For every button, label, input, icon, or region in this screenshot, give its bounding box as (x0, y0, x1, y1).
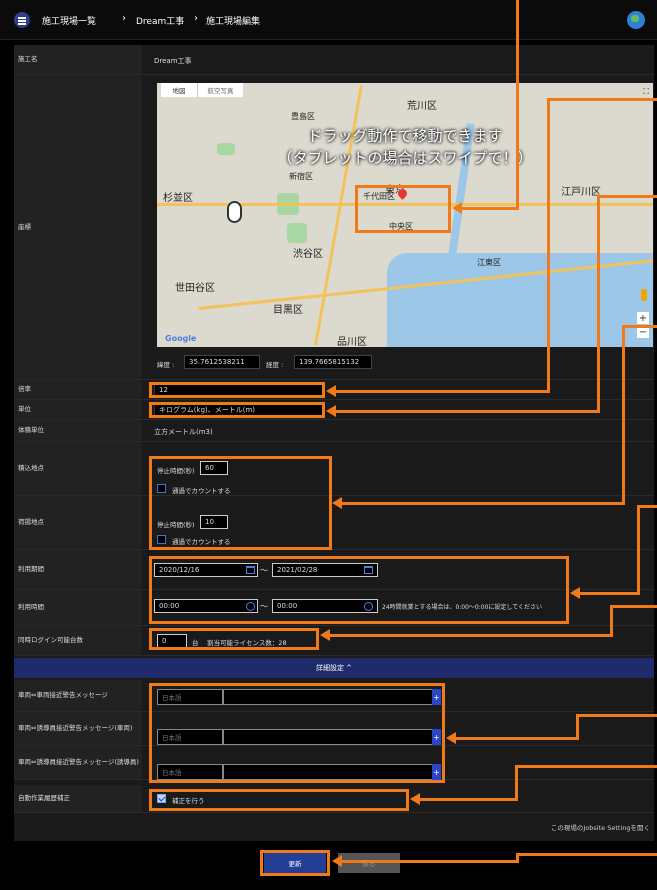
annotation-arrow (452, 202, 462, 214)
map-drag-hint: ドラッグ動作で移動できます (307, 127, 503, 145)
cancel-button[interactable]: 戻る (338, 853, 400, 873)
menu-icon[interactable] (14, 12, 30, 28)
breadcrumb-separator: › (194, 13, 198, 24)
pegman-icon[interactable] (641, 289, 647, 301)
annotation-line (547, 98, 550, 392)
annotation-line (340, 860, 519, 863)
annotation-arrow (332, 855, 342, 867)
map-label-shinjuku: 新宿区 (289, 172, 313, 181)
annotation-line (460, 207, 519, 210)
map-label-arakawa: 荒川区 (407, 101, 437, 112)
annotation-rate-box (149, 382, 325, 398)
lat-label: 緯度 : (157, 361, 175, 369)
jobsite-setting-link[interactable]: この現場のJobsite Settingを開く (551, 822, 650, 832)
map-tab-satellite[interactable]: 航空写真 (197, 83, 243, 97)
site-name-value: Dream工事 (154, 57, 192, 65)
site-name-row: 施工名 Dream工事 (14, 45, 654, 75)
map-label-koto: 江東区 (477, 258, 501, 267)
annotation-arrow (570, 587, 580, 599)
annotation-unit-box (149, 402, 325, 418)
annotation-line (328, 634, 613, 637)
annotation-line (597, 195, 600, 412)
annotation-messages-box (149, 683, 445, 783)
lat-field[interactable]: 35.7612538211 (184, 355, 260, 369)
auto-correct-label: 自動作業履歴補正 (14, 785, 142, 812)
volume-unit-row: 体積単位 立方メートル(m3) (14, 420, 654, 442)
annotation-line (515, 765, 518, 801)
annotation-line (516, 0, 519, 210)
annotation-line (637, 505, 640, 595)
map-label-edogawa: 江戸川区 (561, 187, 601, 198)
dumping-label: 荷揚地点 (14, 496, 142, 549)
map-label-meguro: 目黒区 (273, 305, 303, 316)
details-toggle[interactable]: 詳細設定 ^ (14, 658, 654, 678)
annotation-line (340, 502, 625, 505)
annotation-line (622, 325, 625, 505)
lng-field[interactable]: 139.7665815132 (294, 355, 372, 369)
annotation-line (334, 390, 550, 393)
annotation-points-box (149, 456, 332, 550)
annotation-arrow (410, 793, 420, 805)
bay-area (387, 253, 653, 347)
map-label-shibuya: 渋谷区 (293, 249, 323, 260)
msg3-label: 車両⇔誘導員接近警告メッセージ(誘導員) (14, 746, 142, 779)
annotation-line (578, 592, 640, 595)
annotation-line (547, 98, 657, 101)
annotation-line (610, 605, 613, 637)
map-swipe-hint: （タブレットの場合はスワイプで！） (277, 149, 533, 167)
globe-icon[interactable] (627, 11, 645, 29)
volume-unit-label: 体積単位 (14, 420, 142, 441)
msg2-label: 車両⇔誘導員接近警告メッセージ(車両) (14, 712, 142, 745)
annotation-line (622, 325, 657, 328)
annotation-line (637, 505, 657, 508)
login-label: 同時ログイン可能台数 (14, 626, 142, 655)
breadcrumb-separator: › (122, 13, 126, 24)
annotation-pin-box (355, 185, 451, 233)
hours-label: 利用時間 (14, 590, 142, 625)
lng-label: 経度 : (266, 361, 284, 369)
fullscreen-icon[interactable]: ⛶ (643, 87, 649, 97)
annotation-line (576, 714, 657, 717)
annotation-update-box (260, 850, 330, 876)
annotation-login-box (149, 628, 319, 650)
annotation-period-box (149, 556, 569, 624)
breadcrumb-sites[interactable]: 施工現場一覧 (42, 14, 96, 27)
annotation-line (597, 195, 657, 198)
breadcrumb-current: 施工現場編集 (206, 17, 261, 27)
volume-unit-value: 立方メートル(m3) (154, 428, 213, 436)
annotation-auto-box (149, 789, 409, 811)
annotation-line (418, 798, 518, 801)
annotation-line (454, 737, 579, 740)
period-label: 利用期間 (14, 550, 142, 589)
unit-label: 単位 (14, 400, 142, 419)
msg1-label: 車両⇔車両接近警告メッセージ (14, 680, 142, 711)
breadcrumb-site[interactable]: Dream工事 (136, 14, 184, 27)
annotation-arrow (320, 629, 330, 641)
annotation-arrow (326, 385, 336, 397)
annotation-arrow (446, 732, 456, 744)
park-area (287, 223, 307, 243)
loading-row: 積込地点 (14, 442, 654, 496)
google-logo: Google (165, 334, 197, 343)
map-label-suginami: 杉並区 (163, 193, 193, 204)
top-bar: 施工現場一覧 › Dream工事 › 施工現場編集 (0, 0, 657, 40)
mouse-icon (227, 201, 242, 223)
zoom-in-button[interactable]: + (637, 312, 649, 324)
annotation-arrow (332, 497, 342, 509)
annotation-line (334, 410, 600, 413)
annotation-arrow (326, 405, 336, 417)
map-label-setagaya: 世田谷区 (175, 283, 215, 294)
map-label-toshima: 豊島区 (291, 112, 315, 121)
rate-label: 倍率 (14, 380, 142, 399)
coords-label: 座標 (14, 75, 142, 379)
annotation-line (515, 765, 657, 768)
loading-label: 積込地点 (14, 442, 142, 495)
annotation-line (516, 853, 657, 856)
login-row: 同時ログイン可能台数 (14, 626, 654, 656)
map-label-shinagawa: 品川区 (337, 337, 367, 347)
site-name-label: 施工名 (14, 45, 142, 74)
map-tab-map[interactable]: 地図 (161, 83, 197, 97)
annotation-line (610, 605, 657, 608)
